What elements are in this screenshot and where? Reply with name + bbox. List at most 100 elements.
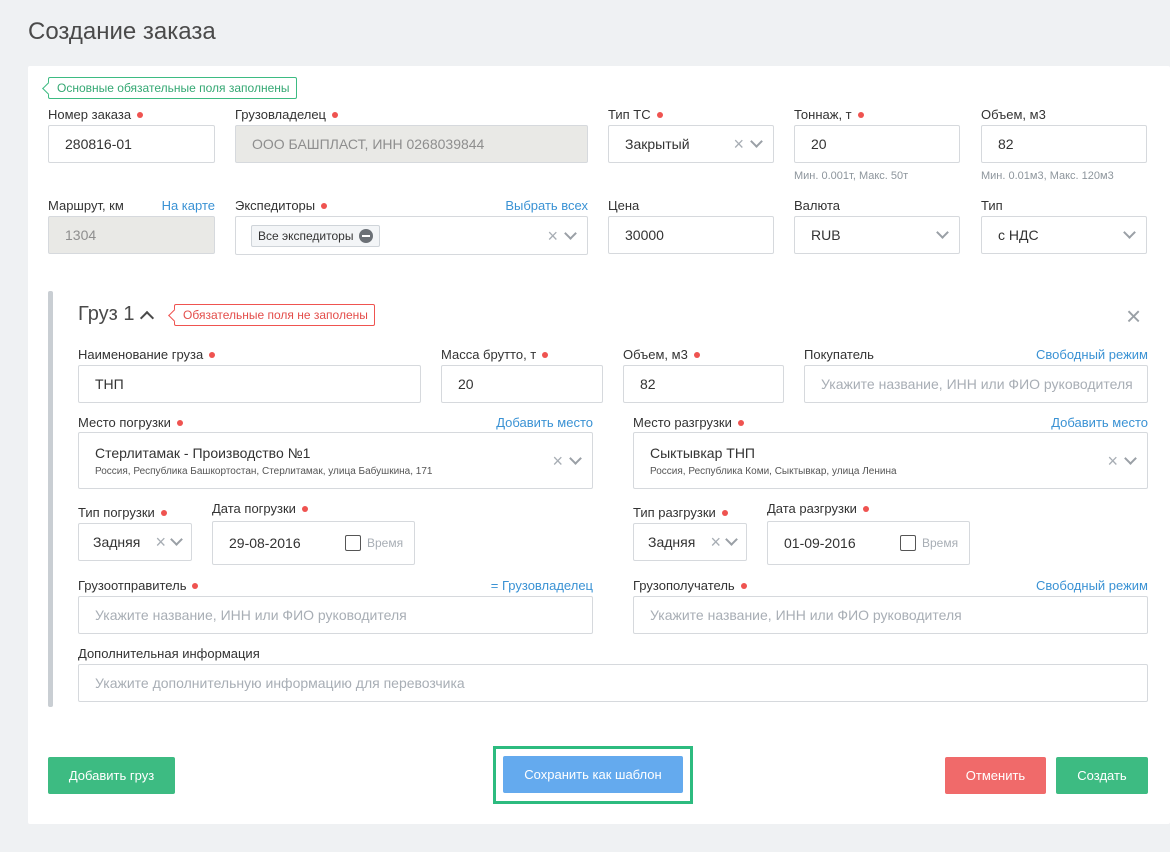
gross-weight-label: Масса брутто, т <box>441 347 549 362</box>
select-all-forwarders-link[interactable]: Выбрать всех <box>448 198 588 213</box>
shipper-label: Грузоотправитель <box>78 578 199 593</box>
vehicle-type-select[interactable]: Закрытый × <box>608 125 774 163</box>
required-dot <box>192 582 199 589</box>
chevron-up-icon[interactable] <box>140 310 155 325</box>
load-type-select[interactable]: Задняя × <box>78 523 192 561</box>
chevron-down-icon[interactable] <box>564 226 577 240</box>
time-checkbox[interactable] <box>345 535 361 551</box>
clear-icon[interactable]: × <box>547 227 558 245</box>
required-dot <box>321 202 328 209</box>
clear-icon[interactable]: × <box>552 452 563 470</box>
clear-icon[interactable]: × <box>155 533 166 551</box>
price-input[interactable]: 30000 <box>608 216 774 254</box>
cargo-name-label: Наименование груза <box>78 347 216 362</box>
load-date-label: Дата погрузки <box>212 501 308 516</box>
clear-icon[interactable]: × <box>733 135 744 153</box>
currency-select[interactable]: RUB <box>794 216 960 254</box>
order-number-input[interactable]: 280816-01 <box>48 125 215 163</box>
unload-date-input[interactable]: 01-09-2016 Время <box>767 521 970 565</box>
extra-info-input[interactable]: Укажите дополнительную информацию для пе… <box>78 664 1148 702</box>
buyer-free-mode-link[interactable]: Свободный режим <box>988 347 1148 362</box>
time-checkbox[interactable] <box>900 535 916 551</box>
extra-info-label: Дополнительная информация <box>78 646 260 661</box>
load-date-value: 29-08-2016 <box>229 535 301 551</box>
load-place-label: Место погрузки <box>78 415 183 430</box>
forwarders-select[interactable]: Все экспедиторы × <box>235 216 588 255</box>
required-dot <box>542 351 549 358</box>
chevron-down-icon[interactable] <box>1124 451 1137 465</box>
save-template-button[interactable]: Сохранить как шаблон <box>503 756 683 793</box>
time-label: Время <box>922 536 959 550</box>
required-dot <box>693 351 700 358</box>
gross-weight-input[interactable]: 20 <box>441 365 603 403</box>
tonnage-input[interactable]: 20 <box>794 125 960 163</box>
required-dot <box>656 111 663 118</box>
clear-icon[interactable]: × <box>1107 452 1118 470</box>
consignee-input[interactable]: Укажите название, ИНН или ФИО руководите… <box>633 596 1148 634</box>
forwarder-tag-label: Все экспедиторы <box>258 228 354 243</box>
volume-input[interactable]: 82 <box>981 125 1147 163</box>
add-unload-place-link[interactable]: Добавить место <box>998 415 1148 430</box>
forwarder-tag: Все экспедиторы <box>251 224 381 247</box>
cancel-button[interactable]: Отменить <box>945 757 1046 794</box>
tax-type-value: с НДС <box>998 227 1039 243</box>
cargo-section-bar <box>48 291 53 707</box>
remove-tag-icon[interactable] <box>359 228 374 243</box>
vehicle-type-label: Тип ТС <box>608 107 663 122</box>
cargo-volume-input[interactable]: 82 <box>623 365 784 403</box>
cargo-name-input[interactable]: ТНП <box>78 365 421 403</box>
owner-label: Грузовладелец <box>235 107 339 122</box>
status-badge-ok: Основные обязательные поля заполнены <box>48 77 297 99</box>
consignee-free-mode-link[interactable]: Свободный режим <box>988 578 1148 593</box>
cargo-title[interactable]: Груз 1 <box>78 303 155 326</box>
route-input: 1304 <box>48 216 215 254</box>
currency-value: RUB <box>811 227 841 243</box>
order-number-label: Номер заказа <box>48 107 144 122</box>
cargo-title-text: Груз 1 <box>78 303 135 325</box>
chevron-down-icon[interactable] <box>750 135 763 148</box>
unload-date-value: 01-09-2016 <box>784 535 856 551</box>
price-label: Цена <box>608 198 640 213</box>
required-dot <box>137 111 144 118</box>
chevron-down-icon[interactable] <box>170 533 183 546</box>
required-dot <box>721 509 728 516</box>
consignee-label: Грузополучатель <box>633 578 747 593</box>
unload-type-select[interactable]: Задняя × <box>633 523 747 561</box>
buyer-label: Покупатель <box>804 347 874 362</box>
add-load-place-link[interactable]: Добавить место <box>443 415 593 430</box>
chevron-down-icon[interactable] <box>569 451 582 465</box>
buyer-input[interactable]: Укажите название, ИНН или ФИО руководите… <box>804 365 1148 403</box>
chevron-down-icon[interactable] <box>936 226 949 239</box>
load-place-name: Стерлитамак - Производство №1 <box>95 444 311 461</box>
load-date-input[interactable]: 29-08-2016 Время <box>212 521 415 565</box>
load-place-address: Россия, Республика Башкортостан, Стерлит… <box>95 465 433 477</box>
load-time-toggle[interactable]: Время <box>345 535 403 551</box>
status-badge-error: Обязательные поля не заполены <box>174 304 375 326</box>
chevron-down-icon[interactable] <box>725 533 738 546</box>
clear-icon[interactable]: × <box>710 533 721 551</box>
create-button[interactable]: Создать <box>1056 757 1148 794</box>
unload-place-name: Сыктывкар ТНП <box>650 444 755 461</box>
shipper-input[interactable]: Укажите название, ИНН или ФИО руководите… <box>78 596 593 634</box>
unload-time-toggle[interactable]: Время <box>900 535 958 551</box>
page-title: Создание заказа <box>28 18 216 45</box>
required-dot <box>737 419 744 426</box>
tonnage-label: Тоннаж, т <box>794 107 864 122</box>
unload-place-select[interactable]: Сыктывкар ТНП Россия, Республика Коми, С… <box>633 432 1148 489</box>
vehicle-type-value: Закрытый <box>625 136 690 152</box>
volume-hint: Мин. 0.01м3, Макс. 120м3 <box>981 170 1114 182</box>
shipper-equals-owner-link[interactable]: = Грузовладелец <box>443 578 593 593</box>
load-type-label: Тип погрузки <box>78 505 167 520</box>
tax-type-select[interactable]: с НДС <box>981 216 1147 254</box>
required-dot <box>176 419 183 426</box>
required-dot <box>740 582 747 589</box>
close-icon[interactable]: × <box>1126 303 1141 329</box>
chevron-down-icon[interactable] <box>1123 226 1136 239</box>
unload-date-label: Дата разгрузки <box>767 501 869 516</box>
required-dot <box>301 505 308 512</box>
unload-place-address: Россия, Республика Коми, Сыктывкар, улиц… <box>650 465 897 477</box>
route-map-link[interactable]: На карте <box>138 198 215 213</box>
tonnage-hint: Мин. 0.001т, Макс. 50т <box>794 170 909 182</box>
load-place-select[interactable]: Стерлитамак - Производство №1 Россия, Ре… <box>78 432 593 489</box>
add-cargo-button[interactable]: Добавить груз <box>48 757 175 794</box>
